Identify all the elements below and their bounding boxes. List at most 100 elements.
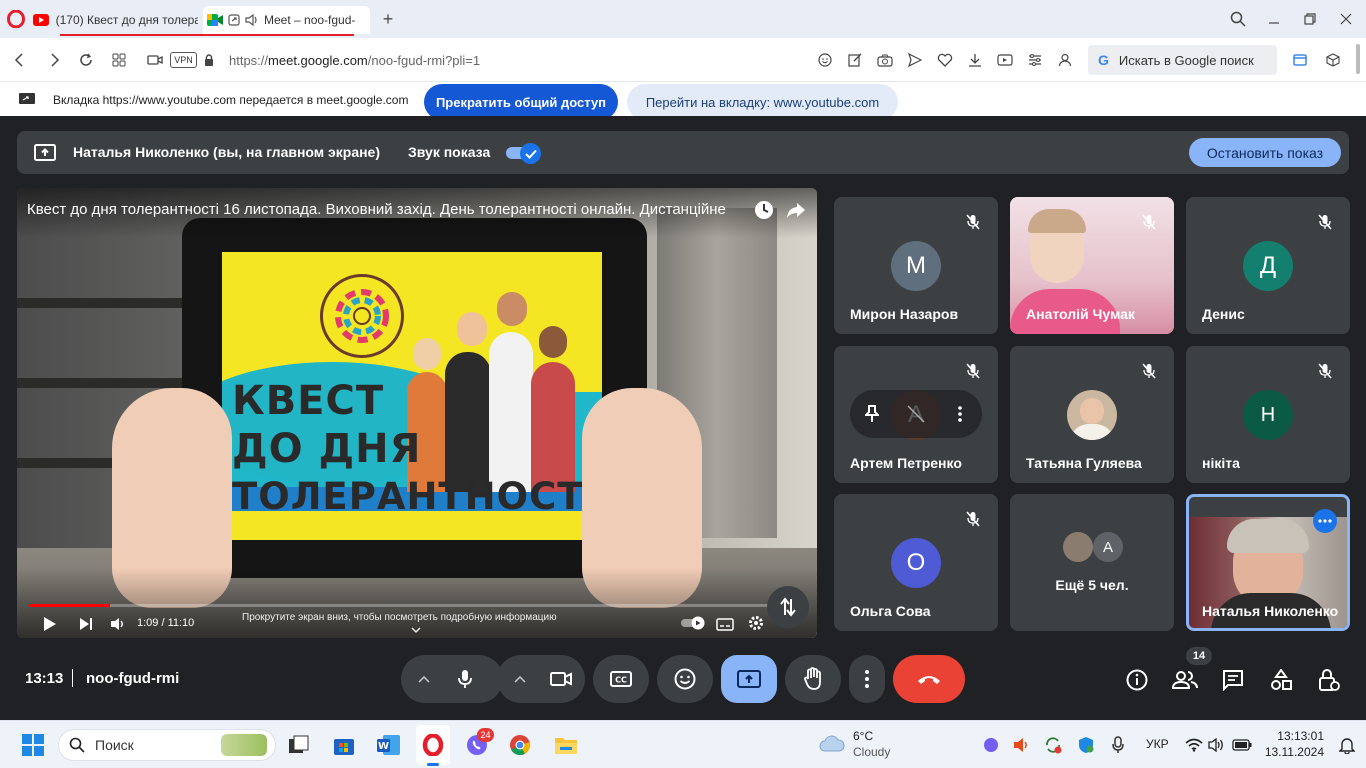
chat-icon[interactable] bbox=[1220, 667, 1246, 693]
video-title[interactable]: Квест до дня толерантності 16 листопада.… bbox=[27, 201, 747, 218]
chevron-up-icon[interactable] bbox=[511, 671, 529, 687]
share-arrow-icon[interactable] bbox=[785, 199, 807, 221]
send-icon[interactable] bbox=[906, 51, 924, 69]
back-icon[interactable] bbox=[10, 51, 28, 69]
meeting-info-icon[interactable] bbox=[1124, 667, 1150, 693]
vpn-badge[interactable]: VPN bbox=[170, 52, 197, 68]
participant-tile[interactable]: Анатолій Чумак bbox=[1010, 197, 1174, 334]
clock-date[interactable]: 13.11.2024 bbox=[1258, 745, 1324, 759]
opera-icon[interactable] bbox=[421, 733, 445, 757]
task-view-icon[interactable] bbox=[287, 733, 311, 757]
more-options-button[interactable] bbox=[849, 655, 885, 703]
speaker-icon[interactable] bbox=[244, 13, 260, 27]
speaker-tray-icon[interactable] bbox=[1013, 736, 1031, 754]
forward-icon[interactable] bbox=[46, 51, 64, 69]
microsoft-store-icon[interactable] bbox=[332, 733, 356, 757]
url-field[interactable]: https://meet.google.com/noo-fgud-rmi?pli… bbox=[229, 53, 480, 68]
cloud-weather-icon[interactable] bbox=[818, 733, 846, 755]
subtitles-icon[interactable] bbox=[715, 615, 735, 633]
activities-icon[interactable] bbox=[1268, 667, 1294, 693]
tab-label: Meet – noo-fgud- bbox=[264, 13, 356, 27]
chevron-down-icon[interactable] bbox=[409, 625, 423, 635]
next-video-icon[interactable] bbox=[77, 615, 95, 633]
swap-layout-button[interactable] bbox=[767, 586, 809, 628]
self-view-tile[interactable]: Наталья Николенко bbox=[1186, 494, 1350, 631]
settings-gear-icon[interactable] bbox=[747, 614, 765, 632]
goto-tab-button[interactable]: Перейти на вкладку: www.youtube.com bbox=[627, 84, 898, 120]
stop-sharing-button[interactable]: Прекратить общий доступ bbox=[424, 84, 618, 120]
people-icon[interactable] bbox=[1171, 667, 1199, 693]
reactions-button[interactable] bbox=[657, 655, 713, 703]
captions-button[interactable]: CC bbox=[593, 655, 649, 703]
emoji-icon[interactable] bbox=[816, 51, 834, 69]
tab-share-icon bbox=[227, 13, 241, 27]
participant-tile[interactable]: А Артем Петренко bbox=[834, 346, 998, 483]
chrome-icon[interactable] bbox=[508, 733, 532, 757]
mute-participant-icon[interactable] bbox=[905, 404, 927, 424]
taskbar-search[interactable]: Поиск bbox=[58, 729, 276, 761]
search-tabs-icon[interactable] bbox=[1228, 9, 1248, 29]
account-icon[interactable] bbox=[1056, 51, 1074, 69]
present-button[interactable] bbox=[721, 655, 777, 703]
clock-time[interactable]: 13:13:01 bbox=[1268, 729, 1324, 743]
minimize-icon[interactable] bbox=[1264, 9, 1284, 29]
camera-indicator-icon[interactable] bbox=[146, 51, 164, 69]
tab-meet[interactable]: Meet – noo-fgud- bbox=[203, 6, 370, 34]
host-controls-icon[interactable] bbox=[1316, 667, 1342, 693]
defender-tray-icon[interactable] bbox=[1077, 736, 1095, 754]
opera-logo-icon[interactable] bbox=[6, 9, 26, 29]
participant-tile[interactable]: Татьяна Гуляева bbox=[1010, 346, 1174, 483]
microphone-tray-icon[interactable] bbox=[1109, 736, 1127, 754]
snapshot-icon[interactable] bbox=[876, 51, 894, 69]
easy-setup-icon[interactable] bbox=[1026, 51, 1044, 69]
pin-icon[interactable] bbox=[862, 404, 882, 424]
autoplay-toggle-icon[interactable] bbox=[681, 614, 707, 632]
more-horiz-icon[interactable] bbox=[1313, 509, 1337, 533]
volume-icon[interactable] bbox=[109, 615, 127, 633]
input-language[interactable]: УКР bbox=[1146, 737, 1169, 751]
word-icon[interactable]: W bbox=[376, 733, 402, 757]
reload-icon[interactable] bbox=[77, 51, 95, 69]
viber-tray-icon[interactable] bbox=[982, 736, 1000, 754]
leave-call-button[interactable] bbox=[893, 655, 965, 703]
search-box[interactable]: G Искать в Google поиск bbox=[1088, 45, 1277, 75]
sync-tray-icon[interactable] bbox=[1044, 736, 1062, 754]
watch-later-icon[interactable] bbox=[753, 199, 775, 221]
more-vert-icon[interactable] bbox=[950, 404, 970, 424]
shared-screen-video[interactable]: КВЕСТ ДО ДНЯ ТОЛЕРАНТНОСТІ Квест до дня … bbox=[17, 188, 817, 638]
participant-tile[interactable]: М Мирон Назаров bbox=[834, 197, 998, 334]
edit-icon[interactable] bbox=[846, 51, 864, 69]
file-explorer-icon[interactable] bbox=[553, 733, 579, 757]
tab-youtube[interactable]: (170) Квест до дня толера bbox=[32, 6, 198, 34]
browser-tab-bar: (170) Квест до дня толера Meet – noo-fgu… bbox=[0, 0, 1366, 38]
camera-icon[interactable] bbox=[549, 667, 573, 691]
more-participants-tile[interactable]: А Ещё 5 чел. bbox=[1010, 494, 1174, 631]
speed-dial-icon[interactable] bbox=[110, 51, 128, 69]
stop-presenting-button[interactable]: Остановить показ bbox=[1189, 138, 1341, 167]
lock-icon[interactable] bbox=[202, 51, 216, 69]
download-icon[interactable] bbox=[966, 51, 984, 69]
windows-start-icon[interactable] bbox=[21, 734, 45, 756]
chevron-up-icon[interactable] bbox=[415, 671, 433, 687]
wifi-icon[interactable] bbox=[1184, 735, 1204, 755]
video-progress-track[interactable] bbox=[29, 604, 804, 607]
restore-icon[interactable] bbox=[1300, 9, 1320, 29]
sidebar-scrollbar[interactable] bbox=[1356, 44, 1360, 74]
battery-icon[interactable] bbox=[1231, 735, 1253, 755]
close-icon[interactable] bbox=[1336, 9, 1356, 29]
notification-bell-icon[interactable] bbox=[1336, 734, 1358, 756]
share-audio-toggle[interactable] bbox=[506, 143, 542, 164]
microphone-icon[interactable] bbox=[453, 667, 477, 691]
play-icon[interactable] bbox=[41, 615, 59, 633]
sidebar-panel-icon[interactable] bbox=[1291, 51, 1309, 69]
participant-tile[interactable]: Д Денис bbox=[1186, 197, 1350, 334]
svg-text:W: W bbox=[378, 741, 389, 752]
participant-tile[interactable]: О Ольга Сова bbox=[834, 494, 998, 631]
volume-tray-icon[interactable] bbox=[1207, 735, 1227, 755]
new-tab-icon[interactable]: + bbox=[378, 9, 398, 29]
player-icon[interactable] bbox=[996, 51, 1014, 69]
extensions-cube-icon[interactable] bbox=[1324, 51, 1342, 69]
heart-icon[interactable] bbox=[936, 51, 954, 69]
participant-tile[interactable]: Н нікіта bbox=[1186, 346, 1350, 483]
raise-hand-button[interactable] bbox=[785, 655, 841, 703]
